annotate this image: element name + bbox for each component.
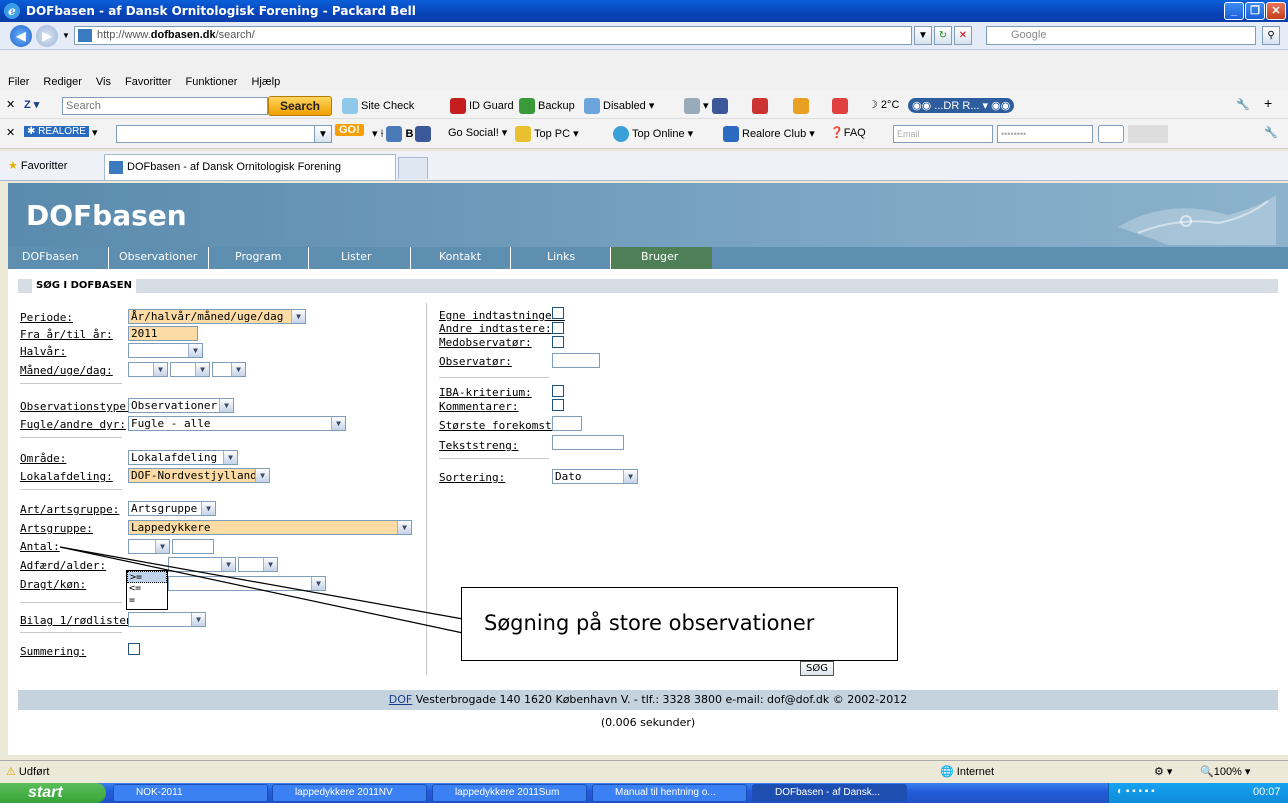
toolbar-search-button[interactable]: Search	[268, 96, 332, 116]
window-titlebar: e DOFbasen - af Dansk Ornitologisk Foren…	[0, 0, 1288, 22]
close-toolbar2-icon[interactable]: ✕	[6, 126, 15, 139]
moon-icon: ☽	[868, 99, 881, 111]
window-title: DOFbasen - af Dansk Ornitologisk Forenin…	[26, 4, 416, 18]
disabled-icon	[584, 98, 600, 114]
stop-icon[interactable]: ✕	[954, 26, 972, 45]
add-icon[interactable]: +	[1264, 95, 1272, 111]
z-logo-icon[interactable]: Z ▾	[24, 98, 39, 111]
footer: DOF Vesterbrogade 140 1620 København V. …	[18, 690, 1278, 710]
address-dropdown-button[interactable]: ▼	[914, 26, 932, 45]
globe-icon: 🌐	[940, 766, 957, 778]
faq-button[interactable]: ❓FAQ	[830, 126, 866, 139]
address-row: ◀ ▶ ▼ http://www.dofbasen.dk/search/ ▼ ↻…	[0, 22, 1288, 50]
top-pc-button[interactable]: Top PC ▾	[515, 126, 579, 142]
backup-icon	[519, 98, 535, 114]
search-go-icon[interactable]: ⚲	[1262, 26, 1280, 45]
realore-search-dropdown[interactable]: ▼	[314, 125, 332, 143]
tray-icons[interactable]: ◐ ▪ ▪ ▪ ▪ ▪	[1117, 786, 1155, 797]
close-button[interactable]: ✕	[1266, 2, 1286, 20]
task-nok-2011[interactable]: NOK-2011	[113, 784, 268, 802]
toolbar-search-input[interactable]: Search	[62, 97, 268, 115]
gift-icon[interactable]	[832, 98, 851, 114]
facebook-icon[interactable]	[712, 98, 731, 114]
youtube-icon[interactable]	[752, 98, 771, 114]
new-tab-button[interactable]	[398, 157, 428, 179]
task-lappedykkere-nv[interactable]: lappedykkere 2011NV	[272, 784, 427, 802]
email-input[interactable]: Email	[893, 125, 993, 143]
zoom-control[interactable]: 🔍100% ▾	[1200, 765, 1250, 778]
go-social-button[interactable]: Go Social! ▾	[448, 126, 507, 139]
realore-search-input[interactable]	[116, 125, 316, 143]
back-button[interactable]: ◀	[10, 25, 32, 47]
realore-logo[interactable]: ✱ REALORE	[24, 126, 89, 137]
forward-button[interactable]: ▶	[36, 25, 58, 47]
wrench2-icon[interactable]: 🔧	[1264, 126, 1278, 139]
menu-vis[interactable]: Vis	[96, 76, 111, 88]
task-manual[interactable]: Manual til hentning o...	[592, 784, 747, 802]
minimize-button[interactable]: _	[1224, 2, 1244, 20]
menu-hjaelp[interactable]: Hjælp	[251, 76, 280, 88]
task-dofbasen[interactable]: DOFbasen - af Dansk...	[752, 784, 907, 802]
ie-icon: e	[4, 3, 20, 19]
wrench-icon[interactable]: 🔧	[1236, 98, 1250, 111]
tab-favicon	[109, 161, 123, 174]
star-icon: ★	[8, 160, 21, 172]
bird-logo-icon	[1118, 195, 1276, 245]
tab-dofbasen[interactable]: DOFbasen - af Dansk Ornitologisk Forenin…	[104, 154, 396, 180]
backup-button[interactable]: Backup	[519, 98, 575, 114]
history-dropdown-icon[interactable]: ▼	[62, 31, 70, 40]
toolbar-search: ✕ Z ▾ Search Search Site Check ID Guard …	[0, 91, 1288, 119]
menu-funktioner[interactable]: Funktioner	[185, 76, 237, 88]
favorites-row: ★ Favoritter DOFbasen - af Dansk Ornitol…	[0, 151, 1288, 181]
site-check-icon	[342, 98, 358, 114]
weather-widget[interactable]: ☽ 2°C	[868, 98, 899, 111]
footer-text: Vesterbrogade 140 1620 København V. - tl…	[412, 693, 908, 706]
google-search-input[interactable]: Google	[986, 26, 1256, 45]
go-button[interactable]: GO!	[335, 124, 364, 136]
close-toolbar-icon[interactable]: ✕	[6, 98, 15, 111]
toolbar-spacer	[1128, 125, 1168, 143]
status-text: ⚠ Udført	[6, 766, 50, 778]
toolbar-realore: ✕ ✱ REALORE ▾ ▼ GO! ▾ ⟊ B Go Social! ▾ T…	[0, 119, 1288, 149]
site-favicon	[78, 29, 92, 42]
refresh-icon[interactable]: ↻	[934, 26, 952, 45]
annotation-callout: Søgning på store observationer	[461, 587, 898, 661]
security-icon[interactable]: ⚙ ▾	[1154, 765, 1172, 778]
site-check-button[interactable]: Site Check	[342, 98, 414, 114]
id-guard-button[interactable]: ID Guard	[450, 98, 514, 114]
footer-dof-link[interactable]: DOF	[389, 693, 412, 706]
task-lappedykkere-sum[interactable]: lappedykkere 2011Sum	[432, 784, 587, 802]
login-button[interactable]	[1098, 125, 1124, 143]
timing-text: (0.006 sekunder)	[600, 716, 696, 729]
blank-row	[0, 50, 1288, 73]
address-bar[interactable]: http://www.dofbasen.dk/search/	[74, 26, 912, 45]
maximize-button[interactable]: ❐	[1245, 2, 1265, 20]
social-icons[interactable]: ▾ ⟊ B	[372, 126, 434, 142]
status-bar: ⚠ Udført 🌐 Internet ⚙ ▾ 🔍100% ▾	[0, 760, 1288, 783]
start-button[interactable]: start	[0, 783, 106, 803]
warning-icon: ⚠	[6, 766, 19, 778]
search-submit-button[interactable]: SØG	[800, 661, 834, 676]
favorites-button[interactable]: ★ Favoritter	[8, 159, 67, 172]
password-input[interactable]: ••••••••	[997, 125, 1093, 143]
clock: 00:07	[1253, 786, 1281, 798]
disabled-button[interactable]: Disabled ▾	[584, 98, 654, 114]
page: DOFbasen DOFbasen Observationer Program …	[8, 183, 1288, 755]
help-icon: ❓	[830, 127, 844, 139]
menu-favoritter[interactable]: Favoritter	[125, 76, 171, 88]
radio-widget[interactable]: ◉◉ ...DR R... ▾ ◉◉	[908, 98, 1015, 113]
top-online-button[interactable]: Top Online ▾	[613, 126, 693, 142]
realore-club-button[interactable]: Realore Club ▾	[723, 126, 815, 142]
app-icon[interactable]	[793, 98, 812, 114]
taskbar: start NOK-2011 lappedykkere 2011NV lappe…	[0, 783, 1288, 803]
system-tray: ◐ ▪ ▪ ▪ ▪ ▪ 00:07	[1108, 783, 1288, 803]
zone-indicator: 🌐 Internet	[940, 766, 995, 778]
menu-filer[interactable]: Filer	[8, 76, 29, 88]
mail-icon[interactable]: ▾	[684, 98, 709, 114]
menu-bar: Filer Rediger Vis Favoritter Funktioner Hjælp	[0, 73, 1288, 92]
realore-dropdown-icon[interactable]: ▾	[92, 126, 98, 139]
menu-rediger[interactable]: Rediger	[43, 76, 82, 88]
shield-icon	[450, 98, 466, 114]
